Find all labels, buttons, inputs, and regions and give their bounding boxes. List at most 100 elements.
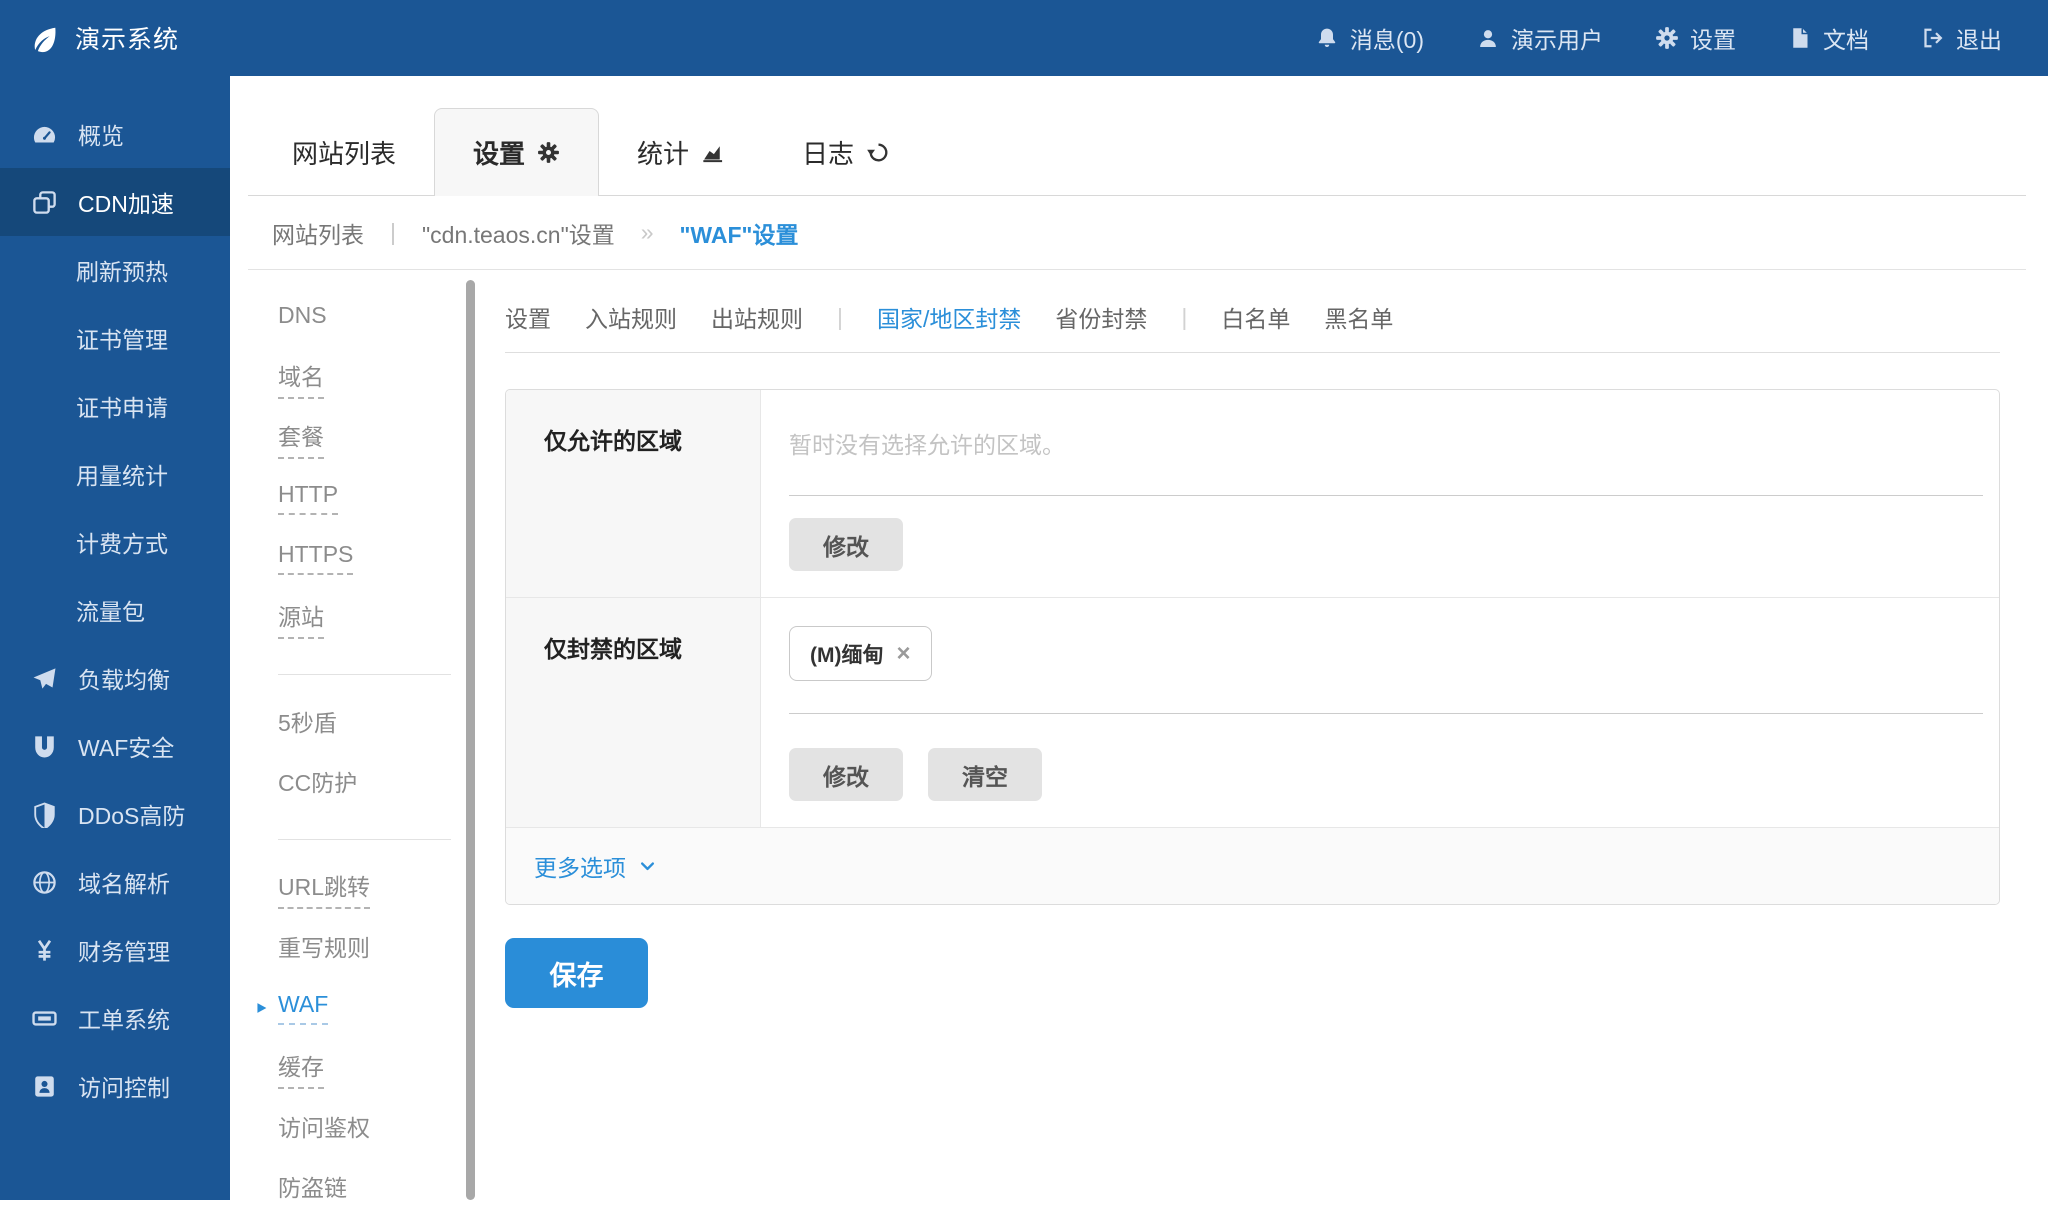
sidebar-item-label: 计费方式 [76, 525, 168, 559]
sidebar-item-label: CDN加速 [78, 185, 174, 219]
tab-logs[interactable]: 日志 [764, 108, 929, 196]
rule-tab-outbound[interactable]: 出站规则 [711, 300, 803, 334]
rule-tabs-separator: | [837, 304, 843, 331]
subnav-item-cache[interactable]: 缓存 [248, 1038, 463, 1098]
subnav-item-domain[interactable]: 域名 [248, 348, 463, 408]
rule-tabs-divider [505, 352, 2000, 353]
tab-settings[interactable]: 设置 [434, 108, 599, 196]
settings-content: DNS 域名 套餐 HTTP HTTPS 源站 5秒盾 CC防护 [230, 270, 2048, 1200]
clone-icon [31, 189, 58, 216]
breadcrumb-separator: | [390, 219, 396, 246]
messages-menu-item[interactable]: 消息(0) [1315, 21, 1424, 55]
subnav-item-cc-protect[interactable]: CC防护 [248, 753, 463, 813]
blocked-region-body: (M)缅甸 × 修改 清空 [761, 598, 1999, 827]
sidebar-item-overview[interactable]: 概览 [0, 100, 230, 168]
sidebar-item-refresh-preheat[interactable]: 刷新预热 [0, 236, 230, 304]
rule-tabs-separator: | [1181, 304, 1187, 331]
sidebar-item-cert-manage[interactable]: 证书管理 [0, 304, 230, 372]
gauge-icon [31, 121, 58, 148]
messages-label: 消息(0) [1350, 21, 1424, 55]
docs-label: 文档 [1823, 21, 1869, 55]
sidebar-item-usage-stats[interactable]: 用量统计 [0, 440, 230, 508]
sidebar-item-finance[interactable]: 财务管理 [0, 916, 230, 984]
subnav-item-url-redirect[interactable]: URL跳转 [248, 858, 463, 918]
rule-tab-settings[interactable]: 设置 [505, 300, 551, 334]
sidebar-item-label: 访问控制 [78, 1069, 170, 1103]
subnav-item-waf[interactable]: WAF [248, 978, 463, 1038]
chart-icon [701, 140, 726, 165]
subnav-item-5s-shield[interactable]: 5秒盾 [248, 693, 463, 753]
globe-icon [31, 869, 58, 896]
rule-tab-inbound[interactable]: 入站规则 [585, 300, 677, 334]
logout-icon [1921, 26, 1945, 50]
subnav-item-access-auth[interactable]: 访问鉴权 [248, 1098, 463, 1158]
subnav-group-divider [278, 674, 451, 675]
sidebar-item-traffic-package[interactable]: 流量包 [0, 576, 230, 644]
allowed-region-value-area: 暂时没有选择允许的区域。 [789, 418, 1983, 496]
save-button[interactable]: 保存 [505, 938, 648, 1008]
chevron-down-icon [638, 857, 657, 876]
sidebar-item-access-control[interactable]: 访问控制 [0, 1052, 230, 1120]
breadcrumb: 网站列表 | "cdn.teaos.cn"设置 » "WAF"设置 [248, 196, 2026, 270]
allowed-region-modify-button[interactable]: 修改 [789, 518, 903, 571]
settings-label: 设置 [1690, 21, 1736, 55]
sidebar-item-label: 流量包 [76, 593, 145, 627]
subnav-item-rewrite-rules[interactable]: 重写规则 [248, 918, 463, 978]
blocked-region-row: 仅封禁的区域 (M)缅甸 × 修改 清空 [506, 597, 1999, 827]
blocked-region-tag-label: (M)缅甸 [810, 639, 883, 669]
breadcrumb-site-list[interactable]: 网站列表 [272, 216, 364, 250]
breadcrumb-separator: » [641, 219, 654, 246]
topbar-menu: 消息(0) 演示用户 设置 文档 退出 [1315, 21, 2048, 55]
allowed-region-row: 仅允许的区域 暂时没有选择允许的区域。 修改 [506, 390, 1999, 597]
subnav-scrollbar[interactable] [466, 280, 475, 1200]
sidebar-item-waf-security[interactable]: WAF安全 [0, 712, 230, 780]
rule-tab-country-block[interactable]: 国家/地区封禁 [877, 300, 1021, 334]
logout-label: 退出 [1956, 21, 2002, 55]
subnav-item-plan[interactable]: 套餐 [248, 408, 463, 468]
sidebar-item-label: 负载均衡 [78, 661, 170, 695]
settings-menu-item[interactable]: 设置 [1655, 21, 1736, 55]
allowed-region-placeholder: 暂时没有选择允许的区域。 [789, 432, 1065, 458]
logout-menu-item[interactable]: 退出 [1921, 21, 2002, 55]
sidebar-item-label: 域名解析 [78, 865, 170, 899]
rule-tab-province-block[interactable]: 省份封禁 [1055, 300, 1147, 334]
breadcrumb-waf-settings[interactable]: "WAF"设置 [680, 216, 799, 250]
sidebar-item-dns-resolve[interactable]: 域名解析 [0, 848, 230, 916]
breadcrumb-site-settings[interactable]: "cdn.teaos.cn"设置 [422, 216, 615, 250]
subnav-group-divider [278, 839, 451, 840]
subnav-item-dns[interactable]: DNS [248, 288, 463, 348]
tab-statistics[interactable]: 统计 [599, 108, 764, 196]
sidebar-item-label: 用量统计 [76, 457, 168, 491]
tag-remove-icon[interactable]: × [896, 642, 910, 666]
docs-menu-item[interactable]: 文档 [1788, 21, 1869, 55]
sidebar-item-ddos[interactable]: DDoS高防 [0, 780, 230, 848]
blocked-region-clear-button[interactable]: 清空 [928, 748, 1042, 801]
sidebar-item-billing-method[interactable]: 计费方式 [0, 508, 230, 576]
sidebar-item-cert-apply[interactable]: 证书申请 [0, 372, 230, 440]
allowed-region-label: 仅允许的区域 [506, 390, 761, 597]
sidebar-item-tickets[interactable]: 工单系统 [0, 984, 230, 1052]
user-menu-item[interactable]: 演示用户 [1476, 21, 1603, 55]
subnav-item-http[interactable]: HTTP [248, 468, 463, 528]
subnav-item-origin[interactable]: 源站 [248, 588, 463, 648]
region-block-form: 仅允许的区域 暂时没有选择允许的区域。 修改 仅封禁的区域 [505, 389, 2000, 905]
tab-label: 设置 [473, 134, 525, 171]
sidebar-item-cdn[interactable]: CDN加速 [0, 168, 230, 236]
sidebar: 概览 CDN加速 刷新预热 证书管理 证书申请 用量统计 计费方式 流量包 负载… [0, 76, 230, 1200]
allowed-region-body: 暂时没有选择允许的区域。 修改 [761, 390, 1999, 597]
app-brand[interactable]: 演示系统 [0, 20, 179, 56]
user-label: 演示用户 [1511, 21, 1603, 55]
rule-tab-whitelist[interactable]: 白名单 [1221, 300, 1290, 334]
site-tabs: 网站列表 设置 统计 日志 [254, 108, 929, 196]
subnav-item-hotlink-protect[interactable]: 防盗链 [248, 1158, 463, 1218]
more-options-label: 更多选项 [534, 849, 626, 883]
sidebar-item-load-balance[interactable]: 负载均衡 [0, 644, 230, 712]
tab-site-list[interactable]: 网站列表 [254, 108, 434, 196]
leaf-logo-icon [30, 23, 60, 53]
blocked-region-modify-button[interactable]: 修改 [789, 748, 903, 801]
history-icon [866, 140, 891, 165]
subnav-item-https[interactable]: HTTPS [248, 528, 463, 588]
rule-tab-blacklist[interactable]: 黑名单 [1324, 300, 1393, 334]
sidebar-item-label: 概览 [78, 117, 124, 151]
more-options-toggle[interactable]: 更多选项 [506, 827, 1999, 904]
